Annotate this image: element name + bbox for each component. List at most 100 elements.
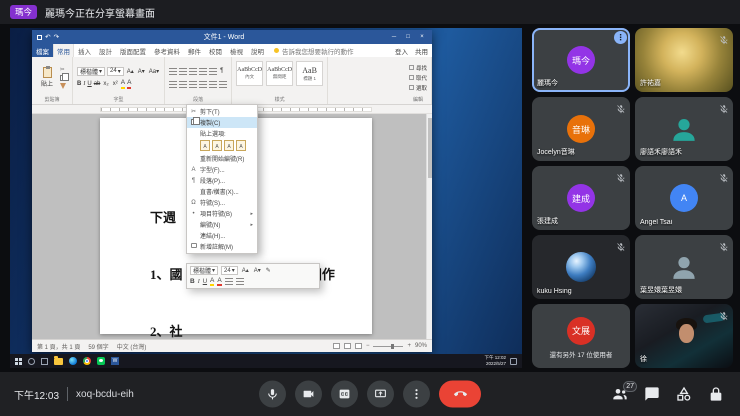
host-controls-button[interactable] — [708, 386, 724, 402]
word-count[interactable]: 59 個字 — [88, 342, 108, 351]
mini-highlight-icon[interactable]: A — [210, 277, 215, 287]
shrink-font-icon[interactable]: A▾ — [137, 68, 146, 75]
close-button[interactable]: × — [417, 34, 427, 40]
zoom-level[interactable]: 90% — [415, 343, 427, 349]
undo-icon[interactable]: ↶ — [45, 33, 50, 41]
style-no-spacing[interactable]: AaBbCcD 無間距 — [266, 61, 294, 86]
menu-item-paragraph[interactable]: ¶ 段落(P)... — [187, 175, 257, 186]
print-layout-icon[interactable] — [343, 343, 351, 349]
participant-tile[interactable]: 瑪今 ⋮ 麗瑪今 — [532, 28, 630, 92]
tab-file[interactable]: 檔案 — [32, 44, 53, 57]
tab-home[interactable]: 常用 — [53, 44, 74, 57]
mini-bullets-icon[interactable] — [224, 278, 233, 286]
tab-review[interactable]: 校閱 — [205, 44, 226, 57]
word-app-icon[interactable]: W — [111, 357, 119, 365]
chat-button[interactable] — [644, 386, 660, 402]
search-icon[interactable] — [28, 357, 35, 365]
borders-icon[interactable] — [219, 80, 228, 88]
line-app-icon[interactable] — [97, 357, 105, 365]
tab-references[interactable]: 參考資料 — [150, 44, 184, 57]
paste-button[interactable]: 貼上 — [36, 59, 58, 96]
format-painter-icon[interactable] — [60, 82, 66, 89]
mic-button[interactable] — [259, 380, 286, 408]
align-center-icon[interactable] — [179, 80, 188, 88]
vertical-scrollbar[interactable] — [426, 114, 432, 339]
tab-design[interactable]: 設計 — [95, 44, 116, 57]
tile-options-button[interactable]: ⋮ — [614, 31, 627, 44]
bold-icon[interactable]: B — [77, 81, 81, 87]
minimize-button[interactable]: ─ — [389, 34, 399, 40]
menu-item-paste-options[interactable]: 貼上選項: — [187, 128, 257, 139]
redo-icon[interactable]: ↷ — [53, 33, 58, 41]
grow-font-icon[interactable]: A▴ — [126, 68, 135, 75]
web-layout-icon[interactable] — [354, 343, 362, 349]
more-options-button[interactable] — [403, 380, 430, 408]
numbering-icon[interactable] — [179, 67, 188, 75]
menu-item-symbol[interactable]: Ω 符號(S)... — [187, 197, 257, 208]
participant-tile[interactable]: kuku Hsing — [532, 235, 630, 299]
paste-text-only-icon[interactable]: A — [236, 140, 246, 151]
tell-me-box[interactable]: 告訴我您想要執行的動作 — [274, 44, 354, 57]
end-call-button[interactable] — [439, 380, 481, 408]
font-name-box[interactable]: 標楷體 ▾ — [77, 66, 106, 76]
zoom-out-icon[interactable]: − — [366, 343, 370, 349]
tab-view[interactable]: 檢視 — [226, 44, 247, 57]
mini-underline-icon[interactable]: U — [203, 279, 207, 285]
start-button[interactable] — [15, 357, 22, 365]
line-spacing-icon[interactable] — [209, 80, 218, 88]
read-mode-icon[interactable] — [332, 343, 340, 349]
increase-indent-icon[interactable] — [209, 67, 218, 75]
tab-mailings[interactable]: 郵件 — [184, 44, 205, 57]
language-indicator[interactable]: 中文 (台灣) — [117, 342, 147, 351]
menu-item-bullets[interactable]: • 項目符號(B) ▸ — [187, 208, 257, 219]
menu-item-restart-numbering[interactable]: 重新開始編號(R) — [187, 153, 257, 164]
page-indicator[interactable]: 第 1 頁，共 1 頁 — [37, 342, 80, 351]
save-icon[interactable] — [37, 34, 42, 40]
highlight-color-icon[interactable]: A — [120, 79, 126, 89]
select-button[interactable]: 選取 — [408, 84, 427, 92]
menu-item-cut[interactable]: ✂ 剪下(T) — [187, 106, 257, 117]
find-button[interactable]: 尋找 — [408, 64, 427, 72]
menu-item-numbering[interactable]: 編號(N) ▸ — [187, 219, 257, 230]
align-left-icon[interactable] — [169, 80, 178, 88]
quick-access-toolbar[interactable]: ↶ ↷ — [37, 33, 59, 41]
replace-button[interactable]: 取代 — [408, 74, 427, 82]
superscript-icon[interactable]: x² — [112, 81, 119, 87]
task-view-icon[interactable] — [41, 357, 48, 365]
mini-format-painter-icon[interactable]: ✎ — [265, 267, 272, 274]
participant-tile[interactable]: 許祐嘉 — [635, 28, 733, 92]
zoom-in-icon[interactable]: + — [407, 343, 411, 349]
participant-tile[interactable]: 廖語禾廖語禾 — [635, 97, 733, 161]
paste-merge-icon[interactable]: A — [212, 140, 222, 151]
maximize-button[interactable]: □ — [403, 34, 413, 40]
italic-icon[interactable]: I — [83, 81, 85, 87]
word-titlebar[interactable]: ↶ ↷ 文件1 - Word ─ □ × — [32, 30, 432, 44]
zoom-knob[interactable] — [391, 343, 395, 349]
participant-tile[interactable]: 音琳 Jocelyn音琳 — [532, 97, 630, 161]
decrease-indent-icon[interactable] — [199, 67, 208, 75]
mini-numbering-icon[interactable] — [235, 278, 244, 286]
zoom-slider[interactable] — [373, 343, 404, 349]
align-right-icon[interactable] — [189, 80, 198, 88]
mini-bold-icon[interactable]: B — [190, 278, 195, 285]
participants-button[interactable]: 27 — [612, 381, 637, 402]
more-participants-tile[interactable]: 文展 還有另外 17 位使用者 — [532, 304, 630, 368]
font-size-box[interactable]: 24 ▾ — [107, 66, 124, 76]
mini-font-color-icon[interactable]: A — [217, 277, 222, 287]
menu-item-font[interactable]: A 字型(F)... — [187, 164, 257, 175]
taskbar-clock[interactable]: 下午 12:02 2022/5/27 — [484, 355, 506, 367]
justify-icon[interactable] — [199, 80, 208, 88]
style-normal[interactable]: AaBbCcD 內文 — [236, 61, 264, 86]
menu-item-copy[interactable]: 複製(C) — [187, 117, 257, 128]
participant-tile[interactable]: 徐 — [635, 304, 733, 368]
activities-button[interactable] — [676, 386, 692, 402]
doc-line[interactable]: 2、社 — [150, 322, 335, 339]
participant-tile[interactable]: 建成 張建成 — [532, 166, 630, 230]
style-heading1[interactable]: AaB 標題 1 — [296, 61, 324, 86]
present-button[interactable] — [367, 380, 394, 408]
change-case-icon[interactable]: Aa▾ — [148, 68, 160, 75]
file-explorer-icon[interactable] — [54, 355, 63, 365]
participant-tile[interactable]: A Angel Tsai — [635, 166, 733, 230]
menu-item-new-comment[interactable]: 新增註解(M) — [187, 241, 257, 252]
share-button[interactable]: 共用 — [415, 46, 428, 56]
